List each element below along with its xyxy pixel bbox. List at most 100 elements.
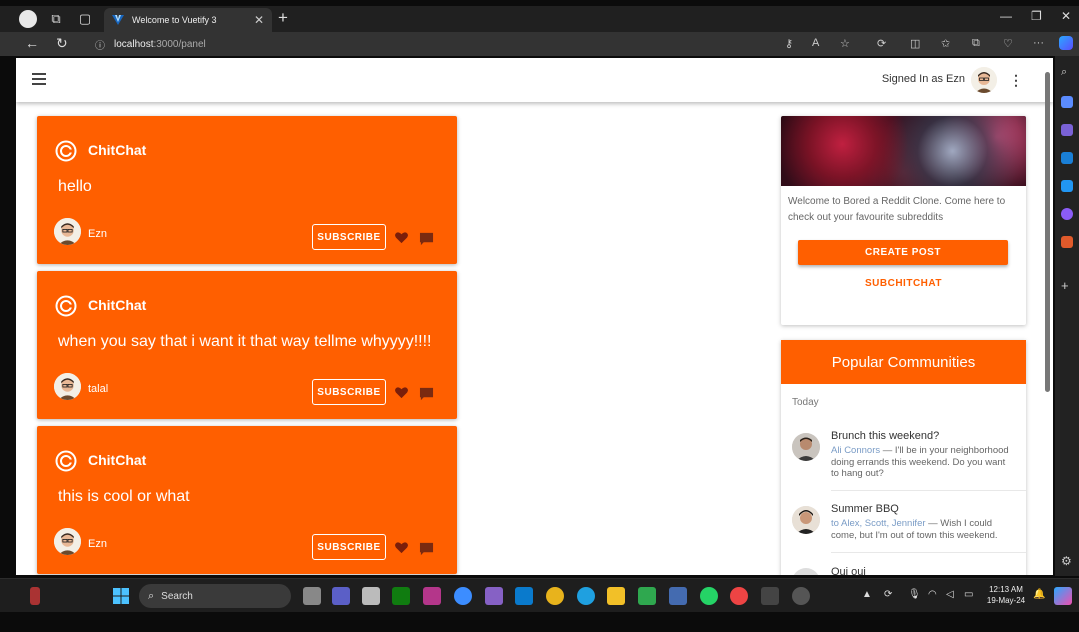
- post-card[interactable]: ChitChat hello Ezn SUBSCRIBE: [37, 116, 457, 264]
- edge-sidebar: ⌕ + ⚙: [1055, 56, 1079, 576]
- visual-studio-icon[interactable]: [485, 587, 503, 605]
- heart-icon[interactable]: [394, 385, 409, 400]
- avatar-photo: [792, 506, 820, 534]
- sidebar-drop-icon[interactable]: [1061, 208, 1073, 220]
- url-host: localhost: [114, 38, 154, 50]
- battery-icon[interactable]: ▭: [964, 589, 973, 600]
- heart-icon[interactable]: [394, 540, 409, 555]
- create-post-button[interactable]: CREATE POST: [798, 240, 1008, 265]
- page-viewport: Signed In as Ezn ⋮ ChitChat hello Ezn SU…: [16, 58, 1053, 575]
- author-avatar-illustration: [54, 528, 81, 555]
- sidebar-tag-icon[interactable]: [1061, 96, 1073, 108]
- url-path: :3000/panel: [153, 38, 206, 50]
- sidebar-outlook-icon[interactable]: [1061, 152, 1073, 164]
- post-author[interactable]: Ezn: [88, 538, 107, 550]
- post-body: when you say that i want it that way tel…: [58, 333, 432, 350]
- edge-icon[interactable]: [577, 587, 595, 605]
- author-avatar-illustration: [54, 373, 81, 400]
- user-avatar-illustration: [971, 67, 997, 93]
- comment-icon[interactable]: [419, 232, 434, 246]
- comment-icon[interactable]: [419, 387, 434, 401]
- read-aloud-icon[interactable]: A: [812, 37, 819, 49]
- user-avatar[interactable]: [971, 67, 997, 93]
- subscribe-button[interactable]: SUBSCRIBE: [312, 379, 386, 405]
- app-bar: Signed In as Ezn ⋮: [16, 58, 1053, 102]
- post-card[interactable]: ChitChat this is cool or what Ezn SUBSCR…: [37, 426, 457, 574]
- page-scrollbar[interactable]: [1043, 60, 1051, 573]
- favorites-icon[interactable]: ✩: [941, 37, 950, 50]
- site-info-icon[interactable]: ⓘ: [95, 37, 105, 52]
- new-tab-icon[interactable]: +: [278, 8, 288, 28]
- favorite-star-icon[interactable]: ☆: [840, 37, 850, 50]
- taskbar-search[interactable]: ⌕ Search: [139, 584, 291, 608]
- whatsapp-icon[interactable]: [700, 587, 718, 605]
- subscribe-button[interactable]: SUBSCRIBE: [312, 224, 386, 250]
- task-view-icon[interactable]: [303, 587, 321, 605]
- refresh-extension-icon[interactable]: ⟳: [877, 37, 886, 50]
- wifi-icon[interactable]: ◠: [928, 589, 937, 600]
- heart-icon[interactable]: [394, 230, 409, 245]
- refresh-icon[interactable]: ↻: [56, 35, 68, 52]
- avatar-photo: [792, 433, 820, 461]
- browser-tab-active[interactable]: Welcome to Vuetify 3 ✕: [104, 8, 272, 32]
- copilot-taskbar-icon[interactable]: [1054, 587, 1072, 605]
- snipping-tool-icon[interactable]: [362, 587, 380, 605]
- post-subreddit: ChitChat: [88, 452, 147, 468]
- sidebar-office-icon[interactable]: [1061, 236, 1073, 248]
- minimize-icon[interactable]: —: [1000, 9, 1012, 23]
- app-icon[interactable]: [792, 587, 810, 605]
- comment-icon[interactable]: [419, 542, 434, 556]
- volume-icon[interactable]: ◁: [946, 589, 954, 600]
- profile-icon[interactable]: [18, 9, 38, 29]
- tab-actions-icon[interactable]: ▢: [75, 9, 95, 29]
- sidebar-send-icon[interactable]: [1061, 180, 1073, 192]
- notification-bell-icon[interactable]: 🔔: [1033, 589, 1045, 600]
- post-author[interactable]: talal: [88, 383, 108, 395]
- split-screen-icon[interactable]: ◫: [910, 37, 920, 50]
- scrollbar-thumb[interactable]: [1045, 72, 1050, 392]
- sidebar-tools-icon[interactable]: [1061, 124, 1073, 136]
- microphone-icon[interactable]: 🎙: [908, 589, 921, 600]
- restore-icon[interactable]: ❐: [1031, 9, 1042, 23]
- app-icon[interactable]: [730, 587, 748, 605]
- weather-icon[interactable]: [30, 587, 40, 605]
- item-highlight: to Alex, Scott, Jennifer: [831, 518, 926, 529]
- sidebar-add-icon[interactable]: +: [1061, 278, 1073, 293]
- app-icon[interactable]: [638, 587, 656, 605]
- chitchat-logo-icon: [55, 140, 77, 162]
- app-icon[interactable]: [761, 587, 779, 605]
- tray-chevron-icon[interactable]: ▲: [862, 589, 872, 600]
- more-vert-icon[interactable]: ⋮: [1009, 72, 1023, 89]
- teams-icon[interactable]: [332, 587, 350, 605]
- start-windows-icon[interactable]: [112, 587, 130, 605]
- back-icon[interactable]: ←: [25, 35, 39, 51]
- author-avatar: [54, 218, 81, 245]
- collections-icon[interactable]: ⧉: [972, 37, 980, 50]
- system-clock[interactable]: 12:13 AM 19-May-24: [984, 584, 1028, 606]
- app-icon[interactable]: [423, 587, 441, 605]
- sidebar-settings-icon[interactable]: ⚙: [1061, 554, 1073, 568]
- url-field[interactable]: ⓘ localhost:3000/panel: [95, 36, 206, 52]
- post-author[interactable]: Ezn: [88, 228, 107, 240]
- sidebar-search-icon[interactable]: ⌕: [1061, 66, 1073, 78]
- key-icon[interactable]: ⚷: [785, 37, 793, 50]
- workspaces-icon[interactable]: ⧉: [46, 9, 66, 29]
- app-icon[interactable]: [454, 587, 472, 605]
- close-tab-icon[interactable]: ✕: [254, 13, 264, 27]
- tray-app-icon[interactable]: ⟳: [884, 589, 892, 600]
- file-explorer-icon[interactable]: [607, 587, 625, 605]
- more-options-icon[interactable]: ···: [1033, 37, 1044, 49]
- subscribe-button[interactable]: SUBSCRIBE: [312, 534, 386, 560]
- post-card[interactable]: ChitChat when you say that i want it tha…: [37, 271, 457, 419]
- app-icon[interactable]: [669, 587, 687, 605]
- chrome-icon[interactable]: [546, 587, 564, 605]
- copilot-icon[interactable]: [1059, 36, 1073, 50]
- clock-date: 19-May-24: [986, 596, 1026, 605]
- vscode-icon[interactable]: [515, 587, 533, 605]
- subchitchat-button[interactable]: SUBCHITCHAT: [781, 278, 1026, 289]
- browser-essentials-icon[interactable]: ♡: [1003, 37, 1013, 50]
- menu-icon[interactable]: [32, 73, 46, 85]
- close-window-icon[interactable]: ✕: [1061, 9, 1071, 23]
- xbox-icon[interactable]: [392, 587, 410, 605]
- chitchat-logo-icon: [55, 295, 77, 317]
